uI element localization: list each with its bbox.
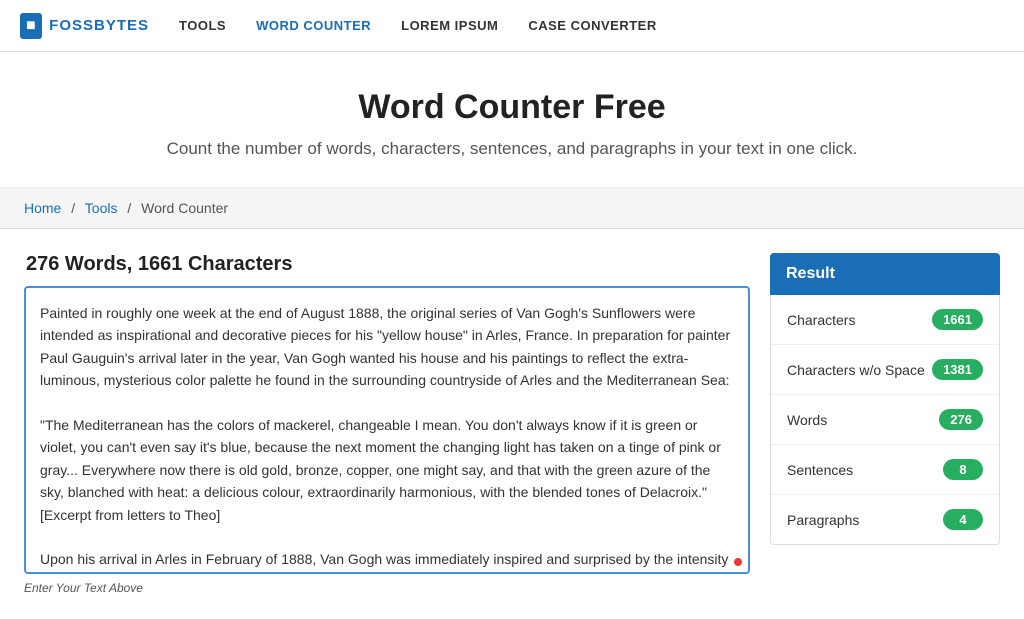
result-row-words: Words 276 bbox=[771, 395, 999, 445]
word-count-header: 276 Words, 1661 Characters bbox=[24, 253, 750, 276]
result-row-chars-no-space: Characters w/o Space 1381 bbox=[771, 345, 999, 395]
result-row-characters: Characters 1661 bbox=[771, 295, 999, 345]
hero-title: Word Counter Free bbox=[20, 88, 1004, 127]
red-dot-indicator bbox=[734, 558, 742, 566]
logo-icon-box: ■ bbox=[20, 13, 42, 39]
result-header: Result bbox=[770, 253, 1000, 295]
nav-lorem-ipsum[interactable]: LOREM IPSUM bbox=[401, 18, 498, 33]
text-input[interactable]: Painted in roughly one week at the end o… bbox=[26, 288, 748, 568]
enter-text-hint: Enter Your Text Above bbox=[24, 581, 750, 595]
breadcrumb-sep-1: / bbox=[71, 200, 75, 216]
breadcrumb-current: Word Counter bbox=[141, 200, 228, 216]
nav-case-converter[interactable]: CASE CONVERTER bbox=[528, 18, 656, 33]
logo-link[interactable]: ■ FOSSBYTES bbox=[20, 13, 149, 39]
logo-f-icon: ■ bbox=[26, 17, 36, 35]
result-badge-characters: 1661 bbox=[932, 309, 983, 330]
navbar: ■ FOSSBYTES TOOLS WORD COUNTER LOREM IPS… bbox=[0, 0, 1024, 52]
result-label-words: Words bbox=[787, 412, 827, 428]
right-panel: Result Characters 1661 Characters w/o Sp… bbox=[770, 253, 1000, 595]
nav-word-counter[interactable]: WORD COUNTER bbox=[256, 18, 371, 33]
hero-section: Word Counter Free Count the number of wo… bbox=[0, 52, 1024, 188]
breadcrumb-home[interactable]: Home bbox=[24, 200, 61, 216]
result-label-chars-no-space: Characters w/o Space bbox=[787, 362, 925, 378]
result-label-characters: Characters bbox=[787, 312, 855, 328]
result-badge-sentences: 8 bbox=[943, 459, 983, 480]
breadcrumb-tools[interactable]: Tools bbox=[85, 200, 118, 216]
result-label-paragraphs: Paragraphs bbox=[787, 512, 859, 528]
logo-text: FOSSBYTES bbox=[49, 17, 149, 34]
nav-links: TOOLS WORD COUNTER LOREM IPSUM CASE CONV… bbox=[179, 18, 657, 33]
result-badge-paragraphs: 4 bbox=[943, 509, 983, 530]
breadcrumb: Home / Tools / Word Counter bbox=[0, 188, 1024, 229]
result-rows: Characters 1661 Characters w/o Space 138… bbox=[770, 295, 1000, 545]
textarea-wrapper: Painted in roughly one week at the end o… bbox=[24, 286, 750, 574]
hero-subtitle: Count the number of words, characters, s… bbox=[20, 139, 1004, 159]
result-row-paragraphs: Paragraphs 4 bbox=[771, 495, 999, 544]
result-badge-words: 276 bbox=[939, 409, 983, 430]
left-panel: 276 Words, 1661 Characters Painted in ro… bbox=[24, 253, 750, 595]
nav-tools[interactable]: TOOLS bbox=[179, 18, 226, 33]
result-badge-chars-no-space: 1381 bbox=[932, 359, 983, 380]
result-label-sentences: Sentences bbox=[787, 462, 853, 478]
result-row-sentences: Sentences 8 bbox=[771, 445, 999, 495]
main-content: 276 Words, 1661 Characters Painted in ro… bbox=[0, 229, 1024, 619]
breadcrumb-sep-2: / bbox=[127, 200, 131, 216]
